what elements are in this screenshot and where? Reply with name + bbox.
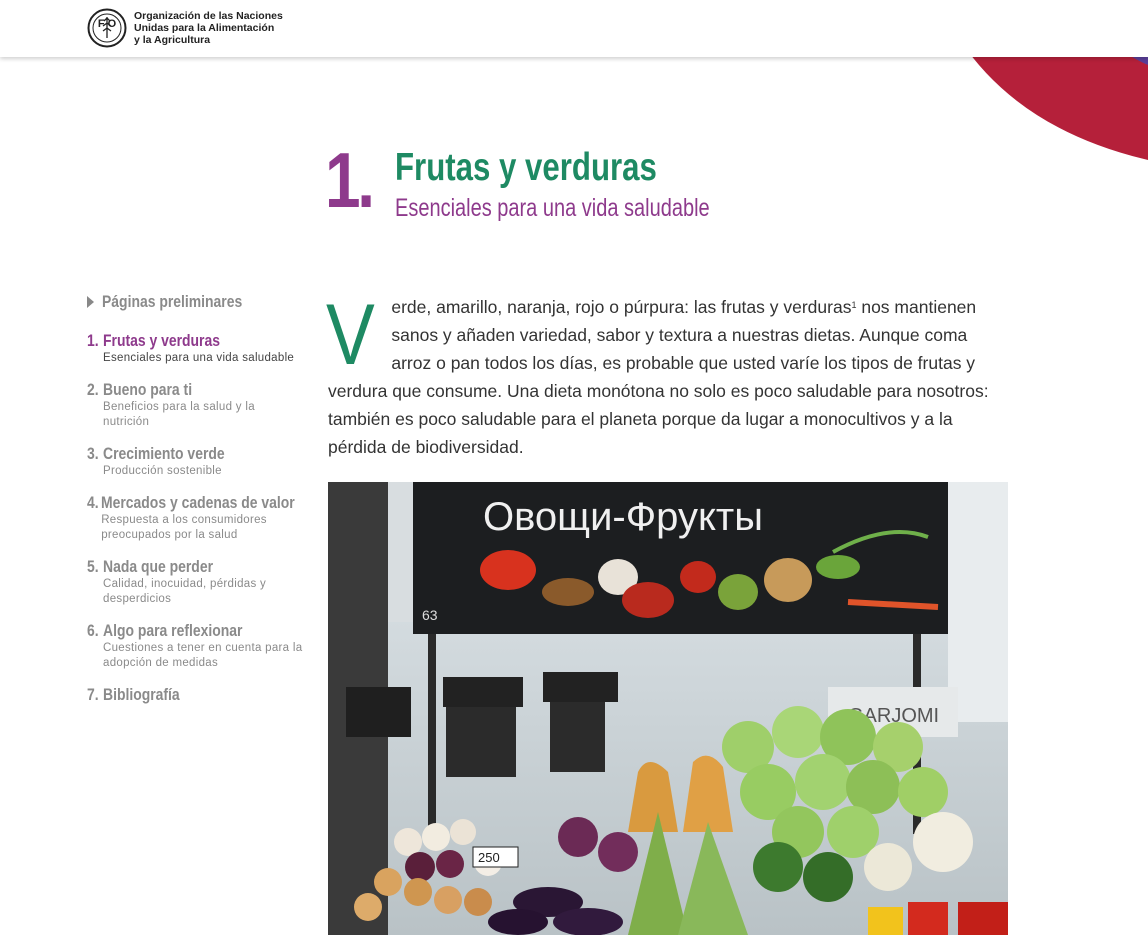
toc-item-7[interactable]: 7. Bibliografía: [87, 685, 312, 704]
toc-item-body: Bibliografía: [103, 685, 312, 704]
toc-item-number: 2.: [87, 380, 99, 399]
chapter-title: Frutas y verduras: [395, 146, 657, 189]
site-header: F O Organización de las Naciones Unidas …: [0, 0, 1148, 57]
toc-item-number: 3.: [87, 444, 99, 463]
organization-name[interactable]: Organización de las Naciones Unidas para…: [134, 10, 283, 46]
intro-text-part-2: nos mantienen sanos y añaden variedad, s…: [328, 297, 989, 457]
toc-item-number: 6.: [87, 621, 99, 640]
toc-item-body: Algo para reflexionar Cuestiones a tener …: [103, 621, 312, 671]
toc-item-3[interactable]: 3. Crecimiento verde Producción sostenible: [87, 444, 312, 479]
table-of-contents: Páginas preliminares 1. Frutas y verduras…: [87, 292, 312, 718]
price-tag: 250: [478, 850, 500, 865]
toc-item-number: 7.: [87, 685, 99, 704]
toc-item-title: Frutas y verduras: [103, 331, 221, 350]
toc-item-description: Calidad, inocuidad, pérdidas y desperdic…: [103, 578, 267, 605]
toc-item-6[interactable]: 6. Algo para reflexionar Cuestiones a tene…: [87, 621, 312, 671]
toc-item-body: Crecimiento verde Producción sostenible: [103, 444, 312, 479]
toc-preliminary-pages[interactable]: Páginas preliminares: [87, 292, 312, 312]
toc-item-number: 4.: [87, 493, 99, 512]
toc-item-body: Frutas y verduras Esenciales para una vid…: [103, 331, 312, 366]
toc-item-body: Mercados y cadenas de valor Respuesta a l…: [101, 493, 337, 543]
chapter-subtitle: Esenciales para una vida saludable: [395, 194, 710, 222]
toc-item-5[interactable]: 5. Nada que perder Calidad, inocuidad, pér…: [87, 557, 312, 607]
toc-item-title: Nada que perder: [103, 557, 214, 576]
toc-item-description: Beneficios para la salud y la nutrición: [103, 401, 255, 428]
chapter-number: 1.: [325, 136, 375, 224]
triangle-right-icon: [87, 296, 94, 308]
toc-item-description: Cuestiones a tener en cuenta para la ado…: [103, 642, 303, 669]
toc-item-1[interactable]: 1. Frutas y verduras Esenciales para una v…: [87, 331, 312, 366]
toc-item-number: 1.: [87, 331, 99, 350]
fao-logo-icon[interactable]: F O: [87, 8, 127, 48]
toc-item-2[interactable]: 2. Bueno para ti Beneficios para la salud …: [87, 380, 312, 430]
toc-preliminary-label: Páginas preliminares: [102, 292, 243, 311]
drop-cap: V: [326, 287, 375, 383]
toc-item-title: Mercados y cadenas de valor: [101, 493, 295, 512]
org-name-line-3: y la Agricultura: [134, 34, 211, 46]
org-name-line-2: Unidas para la Alimentación: [134, 22, 275, 34]
toc-item-title: Algo para reflexionar: [103, 621, 243, 640]
toc-item-number: 5.: [87, 557, 99, 576]
toc-item-description: Producción sostenible: [103, 465, 222, 477]
decorative-arc: [960, 40, 1148, 160]
footnote-reference[interactable]: 1: [851, 300, 856, 310]
stall-number: 63: [422, 607, 438, 623]
market-photo-illustration: Овощи-Фрукты 63 GARJOMI 250: [328, 482, 1008, 935]
toc-item-description: Esenciales para una vida saludable: [103, 352, 295, 364]
toc-item-title: Bueno para ti: [103, 380, 193, 399]
toc-item-title: Bibliografía: [103, 685, 180, 704]
toc-item-body: Nada que perder Calidad, inocuidad, pérdi…: [103, 557, 312, 607]
intro-paragraph: Verde, amarillo, naranja, rojo o púrpura…: [326, 287, 1008, 461]
market-stall-photo: Овощи-Фрукты 63 GARJOMI 250: [328, 482, 1008, 935]
org-name-line-1: Organización de las Naciones: [134, 10, 283, 22]
sign-text: Овощи-Фрукты: [483, 495, 763, 539]
toc-item-body: Bueno para ti Beneficios para la salud y …: [103, 380, 312, 430]
toc-item-title: Crecimiento verde: [103, 444, 225, 463]
toc-item-description: Respuesta a los consumidores preocupados…: [101, 514, 267, 541]
intro-text-part-1: erde, amarillo, naranja, rojo o púrpura:…: [391, 297, 852, 317]
toc-item-4[interactable]: 4. Mercados y cadenas de valor Respuesta a…: [87, 493, 312, 543]
